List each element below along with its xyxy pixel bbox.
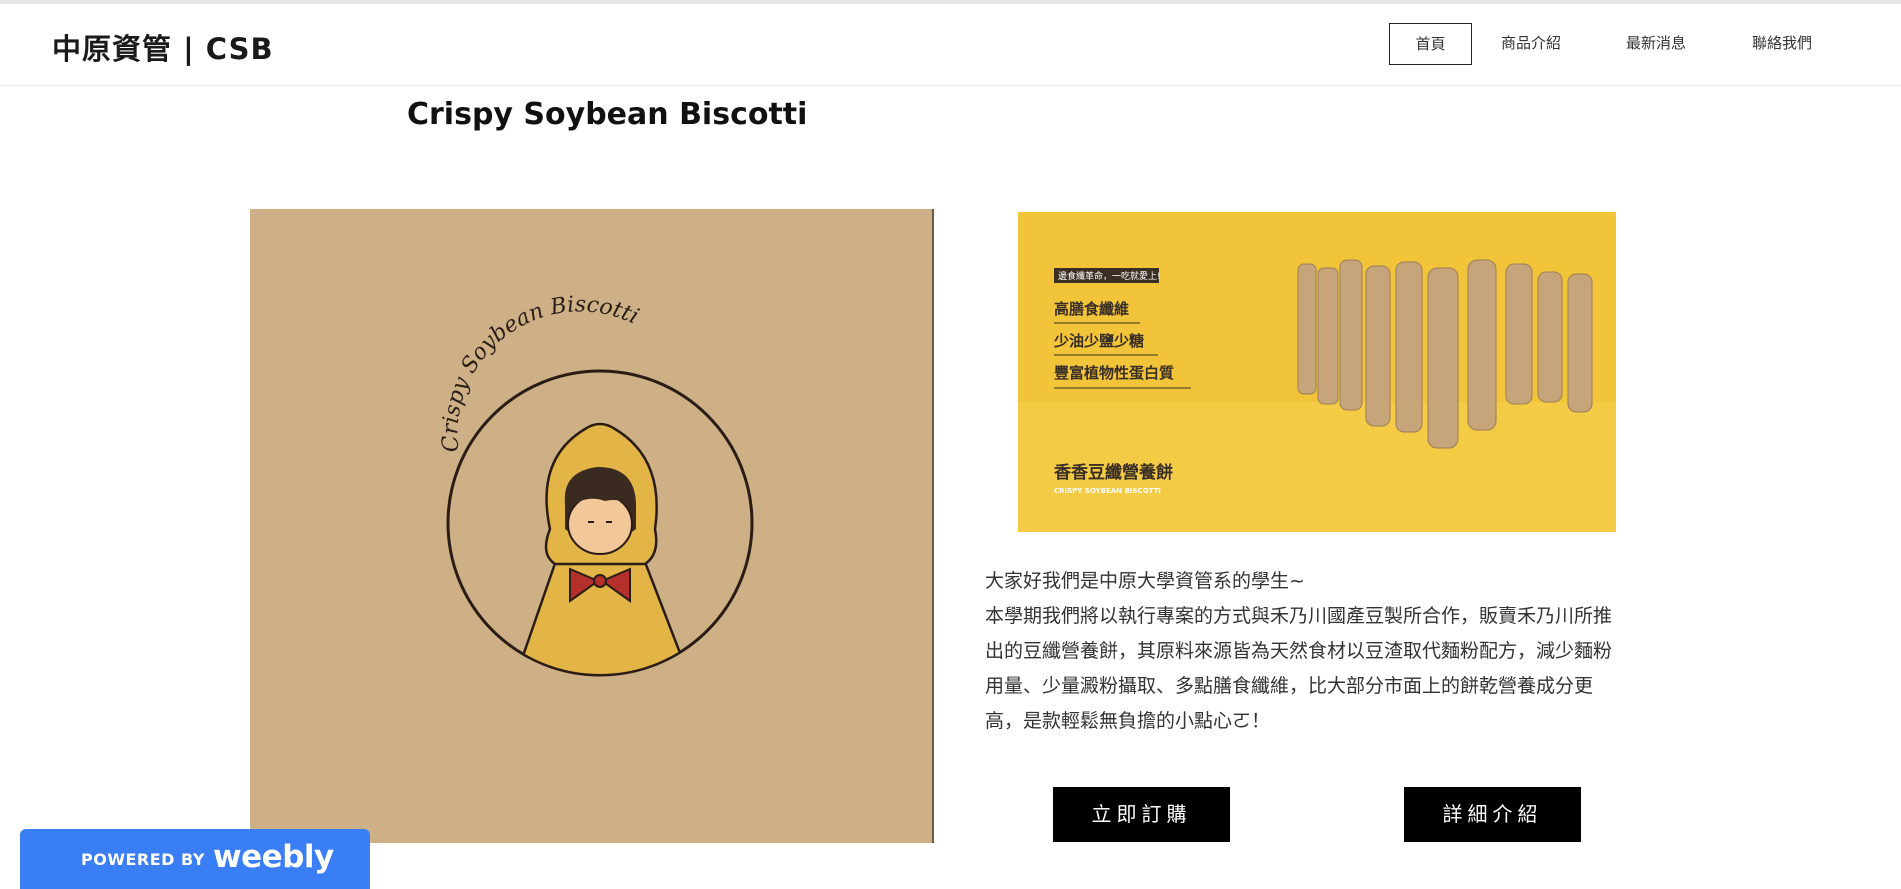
intro-line: 出的豆纖營養餅，其原料來源皆為天然食材以豆渣取代麵粉配方，減少麵粉 — [985, 640, 1613, 662]
promo-product-name-en: CRISPY SOYBEAN BISCOTTI — [1054, 487, 1161, 495]
intro-line: 用量、少量澱粉攝取、多點膳食纖維，比大部分市面上的餅乾營養成分更 — [985, 675, 1594, 697]
nav-item-home[interactable]: 首頁 — [1389, 23, 1472, 65]
site-title[interactable]: 中原資管 | CSB — [52, 26, 274, 68]
powered-by-label: POWERED BY — [81, 850, 205, 869]
page-title: Crispy Soybean Biscotti — [407, 97, 808, 132]
nav-item-products[interactable]: 商品介紹 — [1486, 23, 1576, 65]
site-header: 中原資管 | CSB 首頁 商品介紹 最新消息 聯絡我們 — [0, 4, 1901, 86]
brand-logo-illustration: Crispy Soybean Biscotti — [438, 292, 754, 677]
promo-illustration: 邊食纖革命，一吃就愛上! 高膳食纖維 少油少鹽少糖 豐富植物性蛋白質 香香豆纖營… — [1018, 212, 1616, 532]
brand-logo-image: Crispy Soybean Biscotti — [250, 209, 934, 843]
powered-by-weebly-badge[interactable]: POWERED BY weebly — [20, 829, 370, 889]
order-now-button[interactable]: 立即訂購 — [1053, 787, 1230, 842]
nav-item-contact[interactable]: 聯絡我們 — [1737, 23, 1827, 65]
nav-item-news[interactable]: 最新消息 — [1611, 23, 1701, 65]
intro-line: 大家好我們是中原大學資管系的學生~ — [985, 570, 1305, 592]
promo-feature-1: 高膳食纖維 — [1054, 300, 1129, 318]
promo-feature-2: 少油少鹽少糖 — [1053, 332, 1144, 350]
details-button[interactable]: 詳細介紹 — [1404, 787, 1581, 842]
promo-tag: 邊食纖革命，一吃就愛上! — [1058, 270, 1161, 282]
promo-product-name: 香香豆纖營養餅 — [1054, 462, 1173, 483]
intro-line: 本學期我們將以執行專案的方式與禾乃川國產豆製所合作，販賣禾乃川所推 — [985, 605, 1613, 627]
weebly-logo: weebly — [213, 839, 334, 875]
intro-line: 高，是款輕鬆無負擔的小點心ㄛ！ — [985, 710, 1271, 732]
promo-banner-image: 邊食纖革命，一吃就愛上! 高膳食纖維 少油少鹽少糖 豐富植物性蛋白質 香香豆纖營… — [1018, 212, 1616, 532]
promo-feature-3: 豐富植物性蛋白質 — [1054, 364, 1174, 382]
intro-text: 大家好我們是中原大學資管系的學生~ 本學期我們將以執行專案的方式與禾乃川國產豆製… — [985, 564, 1650, 739]
